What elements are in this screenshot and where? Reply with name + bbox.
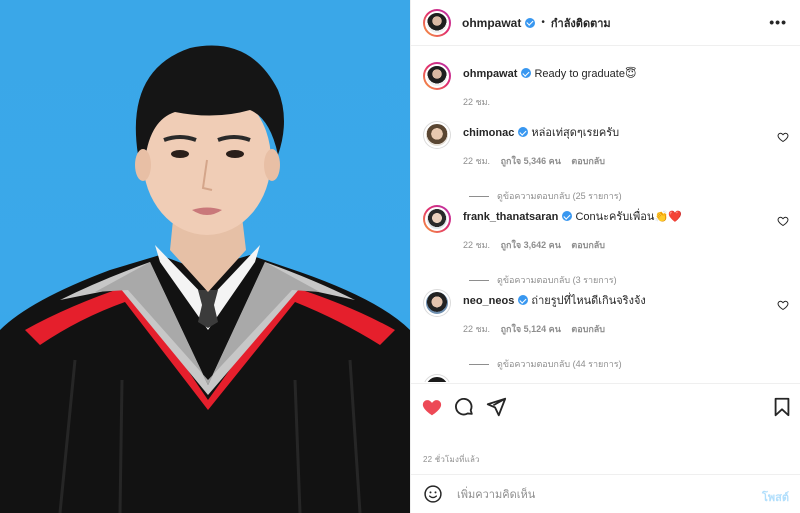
caption-time: 22 ชม.	[463, 97, 491, 107]
more-options-icon[interactable]: •••	[769, 14, 787, 30]
add-comment-bar: เพิ่มความคิดเห็น โพสต์	[411, 474, 800, 513]
comment-likes[interactable]: ถูกใจ 5,346 คน	[501, 156, 561, 166]
author-avatar[interactable]	[423, 8, 451, 37]
commenter-avatar[interactable]	[423, 205, 451, 233]
commenter-avatar[interactable]	[423, 121, 451, 149]
view-replies-label: ดูข้อความตอบกลับ (25 รายการ)	[497, 191, 622, 201]
comment-username[interactable]: frank_thanatsaran	[463, 211, 558, 223]
like-comment-heart-icon[interactable]	[777, 299, 789, 311]
action-bar	[411, 383, 800, 423]
post-comment-button[interactable]: โพสต์	[762, 488, 789, 506]
caption-emoji: 😇	[624, 67, 637, 80]
comments-scroll[interactable]: ohmpawat Ready to graduate😇 22 ชม. chimo…	[411, 47, 800, 382]
author-username[interactable]: ohmpawat	[462, 16, 521, 30]
following-button[interactable]: กำลังติดตาม	[551, 14, 611, 32]
comment-text: Conนะครับเพื่อน	[575, 211, 655, 223]
post-modal: ohmpawat • กำลังติดตาม ••• ohmpawat Read…	[0, 0, 800, 513]
commenter-avatar[interactable]	[423, 289, 451, 317]
share-send-icon[interactable]	[485, 396, 507, 418]
reply-button[interactable]: ตอบกลับ	[571, 324, 605, 334]
comment-likes[interactable]: ถูกใจ 5,124 คน	[501, 324, 561, 334]
view-replies-button[interactable]: ดูข้อความตอบกลับ (25 รายการ)	[469, 189, 773, 203]
post-timestamp[interactable]: 22 ชั่วโมงที่แล้ว	[423, 453, 480, 466]
comment-emoji: 👏❤️	[654, 210, 682, 223]
comment-time: 22 ชม.	[463, 240, 491, 250]
verified-badge-icon	[521, 68, 532, 78]
caption-avatar[interactable]	[423, 62, 451, 90]
like-comment-heart-icon[interactable]	[777, 215, 789, 227]
emoji-picker-icon[interactable]	[423, 484, 443, 504]
comment-time: 22 ชม.	[463, 324, 491, 334]
comment-input[interactable]: เพิ่มความคิดเห็น	[457, 485, 535, 503]
comment-username[interactable]: neo_neos	[463, 295, 514, 307]
save-bookmark-icon[interactable]	[771, 396, 793, 418]
caption-username[interactable]: ohmpawat	[463, 68, 517, 80]
comment-text: ถ่ายรูปที่ไหนดีเกินจริงจ้ง	[531, 295, 646, 307]
comment-likes[interactable]: ถูกใจ 3,642 คน	[501, 240, 561, 250]
comment-bubble-icon[interactable]	[453, 396, 475, 418]
verified-badge-icon	[518, 127, 529, 137]
view-replies-button[interactable]: ดูข้อความตอบกลับ (44 รายการ)	[469, 357, 773, 371]
post-side-panel: ohmpawat • กำลังติดตาม ••• ohmpawat Read…	[410, 0, 800, 513]
header-separator: •	[541, 17, 545, 28]
post-header: ohmpawat • กำลังติดตาม •••	[411, 0, 800, 46]
verified-badge-icon	[518, 295, 529, 305]
comment-text: หล่อเท่สุดๆเรยครับ	[531, 127, 620, 139]
graduation-portrait-image	[0, 45, 410, 513]
reply-button[interactable]: ตอบกลับ	[571, 156, 605, 166]
reply-button[interactable]: ตอบกลับ	[571, 240, 605, 250]
verified-badge-icon	[525, 17, 536, 28]
view-replies-label: ดูข้อความตอบกลับ (44 รายการ)	[497, 359, 622, 369]
view-replies-button[interactable]: ดูข้อความตอบกลับ (3 รายการ)	[469, 273, 773, 287]
caption-text: Ready to graduate	[534, 68, 625, 80]
comment-time: 22 ชม.	[463, 156, 491, 166]
comment-username[interactable]: chimonac	[463, 127, 514, 139]
commenter-avatar[interactable]	[423, 374, 451, 382]
view-replies-label: ดูข้อความตอบกลับ (3 รายการ)	[497, 275, 617, 285]
post-photo[interactable]	[0, 0, 410, 513]
verified-badge-icon	[562, 211, 573, 221]
like-comment-heart-icon[interactable]	[777, 131, 789, 143]
liked-heart-icon[interactable]	[421, 396, 443, 418]
